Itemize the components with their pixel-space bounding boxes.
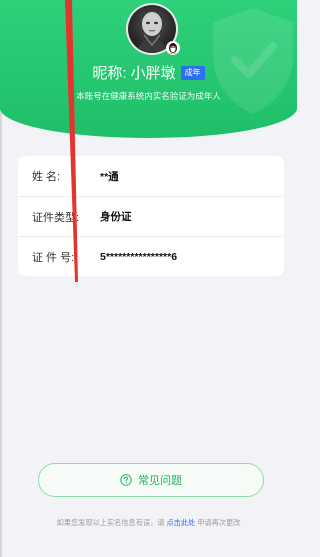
identity-info-card: 姓 名: **通 证件类型: 身份证 证 件 号: 5*************…: [18, 156, 284, 276]
footer-text-after: 申请再次更改: [197, 518, 241, 527]
nickname-row: 昵称: 小胖墩 成年: [0, 62, 297, 83]
name-value: **通: [100, 170, 119, 183]
adult-badge: 成年: [180, 65, 205, 80]
info-row-id-number: 证 件 号: 5****************6: [18, 236, 284, 276]
nickname-text: 昵称: 小胖墩: [92, 65, 176, 82]
footer-correction-link[interactable]: 点击此处: [166, 518, 195, 527]
name-label: 姓 名:: [32, 171, 61, 183]
header-banner: 昵称: 小胖墩 成年 本账号在健康系统内实名验证为成年人: [0, 0, 297, 138]
id-number-label: 证 件 号:: [32, 251, 75, 264]
id-number-value: 5****************6: [100, 250, 178, 263]
verification-text: 本账号在健康系统内实名验证为成年人: [76, 91, 221, 101]
question-circle-icon: [120, 474, 132, 486]
footer-note: 如果您发现以上实名信息有误，请 点击此处 申请再次更改: [0, 518, 297, 528]
faq-label: 常见问题: [138, 475, 182, 487]
id-type-value: 身份证: [100, 211, 132, 223]
footer-text-before: 如果您发现以上实名信息有误，请: [56, 518, 165, 527]
info-row-name: 姓 名: **通: [18, 156, 284, 196]
avatar-container[interactable]: [126, 3, 180, 55]
id-type-label: 证件类型:: [32, 211, 80, 224]
shield-watermark-icon: [213, 8, 293, 114]
qq-penguin-icon: [166, 41, 180, 55]
info-row-id-type: 证件类型: 身份证: [18, 196, 284, 236]
faq-button[interactable]: 常见问题: [38, 463, 264, 497]
